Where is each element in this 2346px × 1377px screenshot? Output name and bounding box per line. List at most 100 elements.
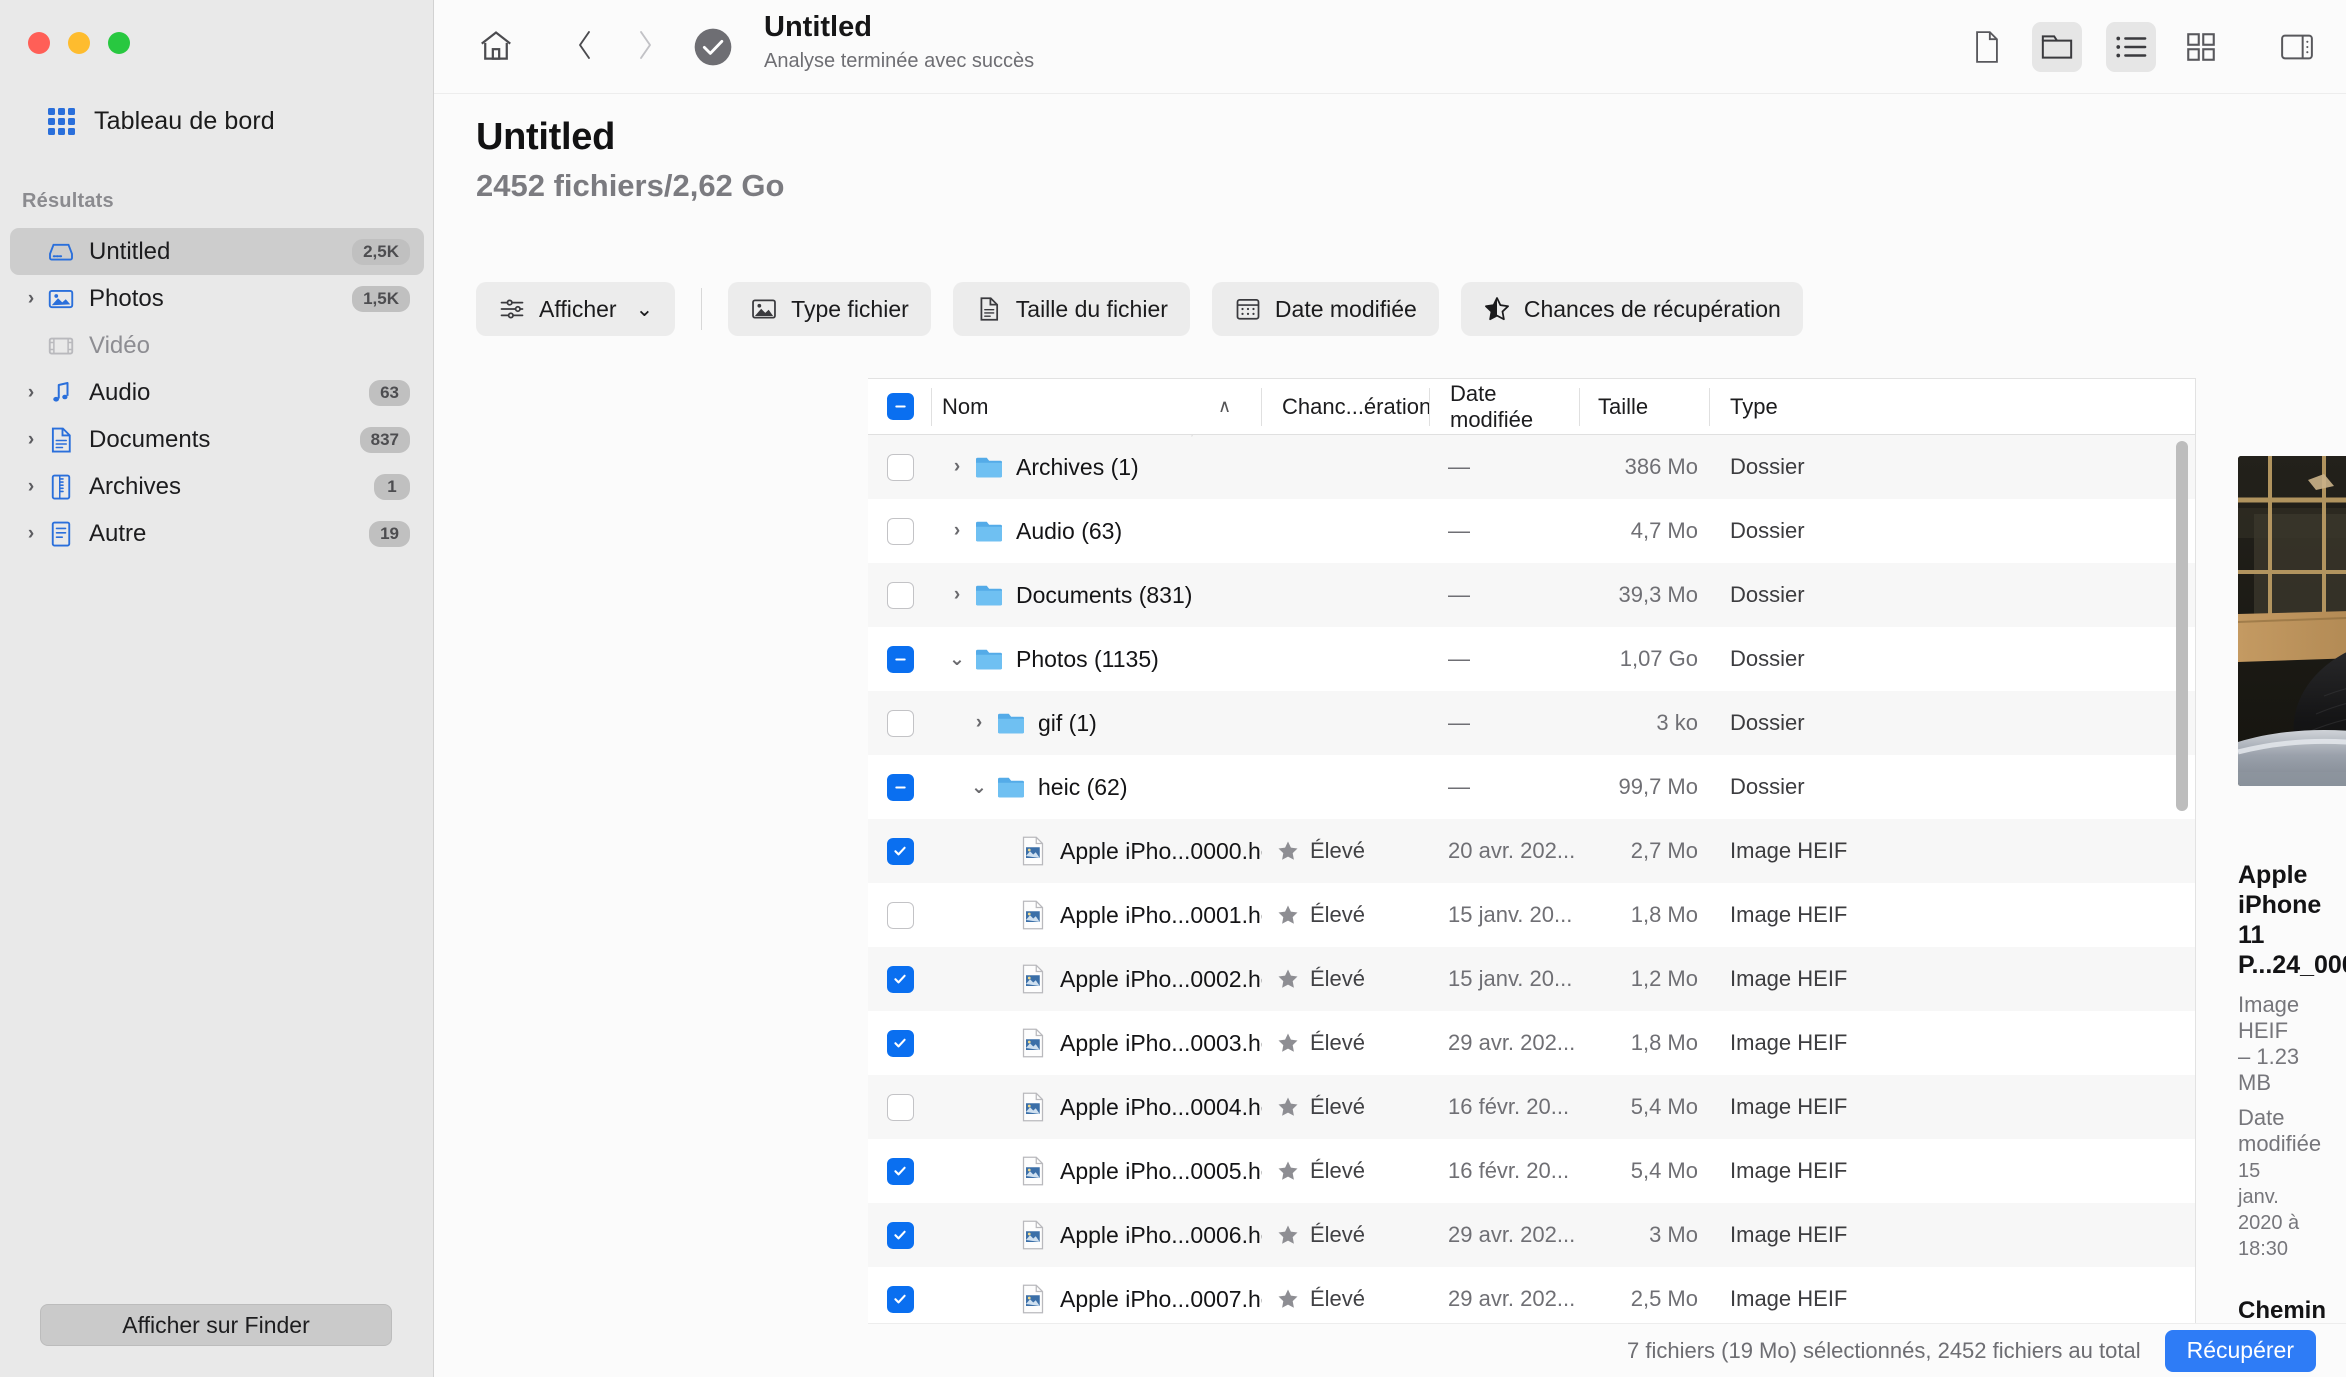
recover-button[interactable]: Récupérer	[2164, 1329, 2316, 1372]
row-type-cell: Image HEIF	[1730, 1094, 1848, 1119]
minimize-window-button[interactable]	[68, 32, 90, 54]
file-view-icon[interactable]	[1962, 22, 2012, 72]
column-header-name[interactable]: Nom	[932, 379, 1262, 435]
row-size-cell: 5,4 Mo	[1630, 1094, 1698, 1119]
table-row[interactable]: ⌄ Photos (1135) — 1,07 Go Dossier	[868, 627, 2195, 691]
row-disclosure-icon[interactable]: ›	[942, 456, 972, 478]
zoom-window-button[interactable]	[108, 32, 130, 54]
back-navigation-icon[interactable]	[570, 22, 600, 68]
table-row[interactable]: ⌄ heic (62) — 99,7 Mo Dossier	[868, 755, 2195, 819]
row-disclosure-icon[interactable]: ›	[942, 520, 972, 542]
filter-taille-du-fichier-button[interactable]: Taille du fichier	[952, 282, 1190, 336]
row-checkbox[interactable]	[868, 1267, 932, 1331]
sidebar-item-audio[interactable]: › Audio 63	[10, 369, 424, 416]
table-vertical-scrollbar[interactable]	[2176, 441, 2188, 811]
sidebar-item-vid-o[interactable]: ›Vidéo	[10, 322, 424, 369]
table-row[interactable]: ›Apple iPho...0003.heicÉlevé29 avr. 202.…	[868, 1011, 2195, 1075]
row-checkbox[interactable]	[868, 883, 932, 947]
forward-navigation-icon[interactable]	[630, 22, 660, 68]
row-checkbox[interactable]	[868, 947, 932, 1011]
side-panel-icon[interactable]	[2272, 22, 2322, 72]
row-checkbox[interactable]	[868, 819, 932, 883]
disclosure-triangle-icon[interactable]: ›	[18, 477, 44, 496]
disclosure-triangle-icon[interactable]: ›	[18, 430, 44, 449]
row-checkbox[interactable]	[868, 1011, 932, 1075]
filter-date-modifi-e-button[interactable]: Date modifiée	[1211, 282, 1439, 336]
table-row[interactable]: › gif (1) — 3 ko Dossier	[868, 691, 2195, 755]
filter-chances-de-r-cup-ration-button[interactable]: Chances de récupération	[1460, 282, 1803, 336]
list-view-icon[interactable]	[2106, 22, 2156, 72]
sort-ascending-icon[interactable]: ∧	[1218, 379, 1231, 435]
row-name-label: Archives (1)	[1016, 453, 1139, 480]
table-row[interactable]: › Archives (1) — 386 Mo Dossier	[868, 435, 2195, 499]
checkbox-unchecked-icon	[886, 453, 914, 481]
close-window-button[interactable]	[28, 32, 50, 54]
show-in-finder-button[interactable]: Afficher sur Finder	[40, 1304, 392, 1346]
table-row[interactable]: ›Apple iPho...0007.heicÉlevé29 avr. 202.…	[868, 1267, 2195, 1331]
column-header-date[interactable]: Date modifiée	[1430, 379, 1580, 435]
row-checkbox[interactable]	[868, 755, 932, 819]
table-row[interactable]: ›Apple iPho...0005.heicÉlevé16 févr. 20.…	[868, 1139, 2195, 1203]
sidebar-item-photos[interactable]: › Photos 1,5K	[10, 275, 424, 322]
grid-view-icon[interactable]	[2176, 22, 2226, 72]
table-row[interactable]: ›Apple iPho...0002.heicÉlevé15 janv. 20.…	[868, 947, 2195, 1011]
toolbar-title-block: Untitled Analyse terminée avec succès	[764, 11, 1034, 73]
toolbar-title: Untitled	[764, 11, 872, 43]
preview-thumbnail	[2238, 456, 2346, 786]
column-header-type[interactable]: Type	[1710, 379, 1890, 435]
row-disclosure-icon[interactable]: ⌄	[964, 776, 994, 799]
row-date-cell: 15 janv. 20...	[1448, 966, 1573, 991]
filter-type-fichier-button[interactable]: Type fichier	[728, 282, 931, 336]
filter-label: Date modifiée	[1274, 295, 1417, 322]
row-name-label: Apple iPho...0002.heic	[1060, 965, 1262, 992]
row-checkbox[interactable]	[868, 627, 932, 691]
sidebar-item-autre[interactable]: › Autre 19	[10, 510, 424, 557]
row-disclosure-icon[interactable]: ⌄	[942, 648, 972, 671]
column-header-chance[interactable]: Chanc...ération	[1262, 379, 1432, 435]
row-checkbox[interactable]	[868, 499, 932, 563]
filter-afficher-button[interactable]: Afficher ⌄	[476, 282, 676, 336]
sidebar-item-documents[interactable]: › Documents 837	[10, 416, 424, 463]
toolbar: Untitled Analyse terminée avec succès	[434, 0, 2346, 94]
sidebar-item-untitled[interactable]: ›Untitled2,5K	[10, 228, 424, 275]
row-name-label: Apple iPho...0007.heic	[1060, 1285, 1262, 1312]
table-row[interactable]: › Audio (63) — 4,7 Mo Dossier	[868, 499, 2195, 563]
row-name-label: Documents (831)	[1016, 581, 1193, 608]
row-disclosure-icon[interactable]: ›	[964, 712, 994, 734]
heic-file-icon	[1020, 836, 1046, 866]
folder-view-icon[interactable]	[2032, 22, 2082, 72]
row-checkbox[interactable]	[868, 1139, 932, 1203]
filter-label: Chances de récupération	[1523, 295, 1781, 322]
row-chance-cell	[1262, 627, 1430, 691]
select-all-checkbox[interactable]	[868, 379, 932, 435]
home-icon[interactable]	[476, 26, 516, 66]
table-row[interactable]: ›Apple iPho...0000.heicÉlevé20 avr. 202.…	[868, 819, 2195, 883]
row-disclosure-icon[interactable]: ›	[942, 584, 972, 606]
row-chance-cell	[1262, 499, 1430, 563]
checkbox-mixed-icon	[886, 773, 914, 801]
column-header-chance-label: Chanc...ération	[1282, 393, 1432, 419]
disclosure-triangle-icon[interactable]: ›	[18, 383, 44, 402]
sidebar-item-dashboard[interactable]: Tableau de bord	[40, 100, 283, 142]
row-checkbox[interactable]	[868, 435, 932, 499]
sidebar-item-archives[interactable]: › Archives 1	[10, 463, 424, 510]
video-icon	[46, 331, 76, 361]
row-checkbox[interactable]	[868, 691, 932, 755]
table-row[interactable]: › Documents (831) — 39,3 Mo Dossier	[868, 563, 2195, 627]
file-icon	[975, 295, 1003, 323]
folder-icon	[974, 646, 1004, 672]
heic-file-icon	[1020, 964, 1046, 994]
row-checkbox[interactable]	[868, 1075, 932, 1139]
row-checkbox[interactable]	[868, 1203, 932, 1267]
disclosure-triangle-icon[interactable]: ›	[18, 524, 44, 543]
table-row[interactable]: ›Apple iPho...0006.heicÉlevé29 avr. 202.…	[868, 1203, 2195, 1267]
preview-panel: Apple iPhone 11 P...24_000002.heic Image…	[2196, 378, 2346, 1323]
table-row[interactable]: ›Apple iPho...0004.heicÉlevé16 févr. 20.…	[868, 1075, 2195, 1139]
row-checkbox[interactable]	[868, 563, 932, 627]
table-row[interactable]: ›Apple iPho...0001.heicÉlevé15 janv. 20.…	[868, 883, 2195, 947]
row-date-cell: —	[1448, 646, 1470, 671]
row-chance-cell	[1262, 563, 1430, 627]
disclosure-triangle-icon[interactable]: ›	[18, 289, 44, 308]
row-size-cell: 386 Mo	[1624, 454, 1698, 479]
column-header-size[interactable]: Taille	[1580, 379, 1710, 435]
